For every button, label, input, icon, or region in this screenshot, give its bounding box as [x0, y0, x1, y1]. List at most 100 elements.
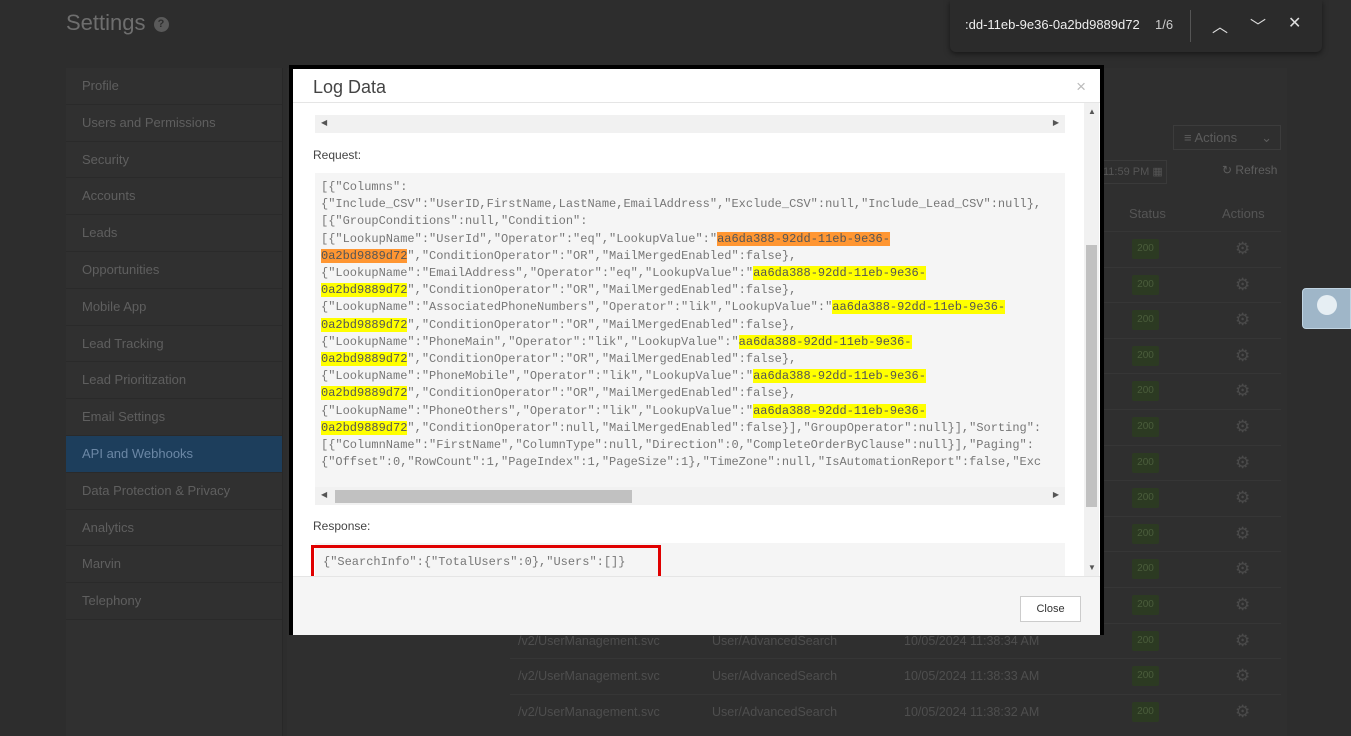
avatar-icon — [1317, 295, 1337, 315]
code-line: {"LookupName":"PhoneMain","Operator":"li… — [321, 334, 1065, 351]
code-text: {"Offset":0,"RowCount":1,"PageIndex":1,"… — [321, 455, 1042, 470]
sidebar-item[interactable]: Telephony — [66, 583, 282, 620]
user-avatar-button[interactable] — [1302, 288, 1351, 329]
modal-vertical-scrollbar[interactable]: ▲ ▼ — [1084, 103, 1099, 576]
code-line: 0a2bd9889d72","ConditionOperator":"OR","… — [321, 282, 1065, 299]
sidebar-item[interactable]: Accounts — [66, 178, 282, 216]
code-text: [{"ColumnName":"FirstName","ColumnType":… — [321, 438, 1034, 453]
search-highlight: aa6da388-92dd-11eb-9e36- — [753, 403, 926, 418]
code-line: 0a2bd9889d72","ConditionOperator":"OR","… — [321, 385, 1065, 402]
close-button[interactable]: Close — [1020, 596, 1081, 622]
status-badge: 200 — [1132, 666, 1159, 687]
row-time: 10/05/2024 11:38:34 AM — [904, 633, 1040, 648]
refresh-button[interactable]: ↻ Refresh — [1222, 163, 1277, 177]
help-icon[interactable]: ? — [153, 16, 169, 32]
top-horizontal-scrollbar[interactable]: ◀ ▶ — [315, 115, 1065, 133]
status-badge: 200 — [1132, 595, 1159, 615]
status-badge: 200 — [1132, 701, 1159, 722]
search-highlight: 0a2bd9889d72 — [321, 420, 408, 435]
table-row: /v2/UserManagement.svc User/AdvancedSearc… — [510, 693, 1281, 730]
row-method: User/AdvancedSearch — [712, 669, 838, 684]
sidebar-item[interactable]: Profile — [66, 68, 282, 105]
sidebar-item[interactable]: Marvin — [66, 546, 282, 584]
gear-icon[interactable]: ⚙ — [1235, 417, 1250, 437]
code-text: ","ConditionOperator":null,"MailMergedEn… — [407, 420, 1042, 435]
request-horizontal-scrollbar[interactable]: ◀ ▶ — [315, 487, 1065, 505]
code-line: [{"LookupName":"UserId","Operator":"eq",… — [321, 231, 1065, 248]
actions-dropdown[interactable]: ≡ Actions ⌄ — [1173, 125, 1281, 150]
search-highlight: 0a2bd9889d72 — [321, 283, 408, 298]
code-line: [{"Columns": — [321, 179, 1065, 196]
sidebar-item[interactable]: API and Webhooks — [66, 435, 282, 473]
code-text: {"LookupName":"AssociatedPhoneNumbers","… — [321, 300, 833, 315]
sidebar-item[interactable]: Data Protection & Privacy — [66, 473, 282, 510]
page-title-text: Settings — [66, 10, 146, 35]
next-match-icon[interactable]: ﹀ — [1250, 13, 1266, 37]
sidebar-item[interactable]: Users and Permissions — [66, 105, 282, 142]
code-line: {"Include_CSV":"UserID,FirstName,LastNam… — [321, 196, 1065, 213]
status-badge: 200 — [1132, 417, 1159, 437]
calendar-icon[interactable]: ▦ — [1152, 166, 1162, 178]
gear-icon[interactable]: ⚙ — [1235, 488, 1250, 508]
sidebar-item[interactable]: Email Settings — [66, 399, 282, 436]
gear-icon[interactable]: ⚙ — [1235, 559, 1250, 579]
gear-icon[interactable]: ⚙ — [1235, 453, 1250, 473]
find-input[interactable]: :dd-11eb-9e36-0a2bd9889d72 — [965, 17, 1140, 32]
status-badge: 200 — [1132, 239, 1159, 259]
code-text: {"LookupName":"PhoneMobile","Operator":"… — [321, 369, 754, 384]
status-badge: 200 — [1132, 630, 1159, 651]
code-line: [{"ColumnName":"FirstName","ColumnType":… — [321, 437, 1065, 454]
gear-icon[interactable]: ⚙ — [1235, 524, 1250, 544]
code-text: ","ConditionOperator":"OR","MailMergedEn… — [407, 317, 797, 332]
column-header-actions: Actions — [1222, 206, 1265, 221]
row-url: /v2/UserManagement.svc — [518, 704, 660, 719]
sidebar-item[interactable]: Security — [66, 142, 282, 179]
gear-icon[interactable]: ⚙ — [1235, 381, 1250, 401]
date-input[interactable]: 11:59 PM ▦ — [1100, 160, 1167, 184]
status-badge: 200 — [1132, 310, 1159, 331]
status-badge: 200 — [1132, 488, 1159, 509]
sidebar-item[interactable]: Lead Prioritization — [66, 362, 282, 400]
gear-icon[interactable]: ⚙ — [1235, 595, 1250, 615]
search-highlight: 0a2bd9889d72 — [321, 317, 408, 332]
close-find-icon[interactable]: ✕ — [1288, 13, 1301, 33]
column-header-status[interactable]: Status — [1129, 206, 1166, 221]
gear-icon[interactable]: ⚙ — [1235, 666, 1250, 686]
status-badge: 200 — [1132, 274, 1159, 295]
divider — [1190, 10, 1191, 42]
search-highlight: 0a2bd9889d72 — [321, 352, 408, 367]
modal-footer: Close — [293, 576, 1100, 635]
sidebar-item[interactable]: Leads — [66, 215, 282, 252]
code-line: 0a2bd9889d72","ConditionOperator":"OR","… — [321, 248, 1065, 265]
code-line: {"LookupName":"AssociatedPhoneNumbers","… — [321, 299, 1065, 316]
search-highlight: aa6da388-92dd-11eb-9e36- — [832, 300, 1006, 315]
gear-icon[interactable]: ⚙ — [1235, 631, 1250, 651]
previous-match-icon[interactable]: ︿ — [1212, 13, 1228, 37]
sidebar-item[interactable]: Analytics — [66, 510, 282, 547]
status-badge: 200 — [1132, 452, 1159, 473]
status-badge: 200 — [1132, 381, 1159, 402]
request-code-block: [{"Columns": {"Include_CSV":"UserID,First… — [315, 173, 1065, 503]
row-url: /v2/UserManagement.svc — [518, 633, 660, 648]
code-text: ","ConditionOperator":"OR","MailMergedEn… — [407, 283, 797, 298]
sidebar-item[interactable]: Lead Tracking — [66, 326, 282, 363]
code-line: 0a2bd9889d72","ConditionOperator":"OR","… — [321, 351, 1065, 368]
sidebar-item[interactable]: Opportunities — [66, 252, 282, 289]
code-line: {"LookupName":"PhoneMobile","Operator":"… — [321, 368, 1065, 385]
close-icon[interactable]: × — [1076, 77, 1086, 97]
gear-icon[interactable]: ⚙ — [1235, 275, 1250, 295]
search-highlight: 0a2bd9889d72 — [321, 386, 408, 401]
search-highlight: aa6da388-92dd-11eb-9e36- — [738, 334, 912, 349]
gear-icon[interactable]: ⚙ — [1235, 346, 1250, 366]
chevron-down-icon: ⌄ — [1261, 130, 1272, 145]
code-text: [{"LookupName":"UserId","Operator":"eq",… — [321, 231, 718, 246]
gear-icon[interactable]: ⚙ — [1235, 239, 1250, 259]
refresh-label: Refresh — [1235, 163, 1278, 177]
gear-icon[interactable]: ⚙ — [1235, 310, 1250, 330]
date-value: 11:59 PM — [1103, 166, 1150, 178]
table-row: /v2/UserManagement.svc User/AdvancedSearc… — [510, 658, 1281, 694]
gear-icon[interactable]: ⚙ — [1235, 702, 1250, 722]
status-badge: 200 — [1132, 523, 1159, 544]
sidebar-item[interactable]: Mobile App — [66, 289, 282, 326]
code-text: ","ConditionOperator":"OR","MailMergedEn… — [407, 352, 797, 367]
